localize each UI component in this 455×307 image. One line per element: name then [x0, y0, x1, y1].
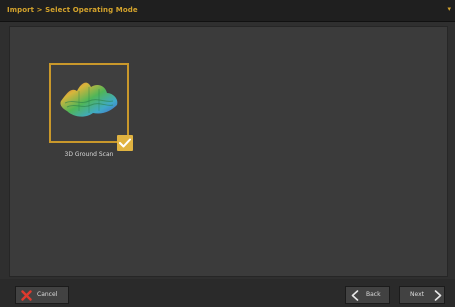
window-title: Import > Select Operating Mode [7, 6, 138, 14]
title-bar: Import > Select Operating Mode ▾ [0, 0, 455, 22]
check-icon [117, 135, 133, 151]
close-icon [21, 290, 32, 301]
3d-terrain-icon [60, 82, 118, 117]
footer-bar: Cancel Back Next [0, 279, 455, 307]
cancel-label: Cancel [37, 291, 58, 298]
mode-tile-3d-ground-scan[interactable] [49, 63, 133, 151]
title-marker: ▾ [447, 5, 451, 13]
mode-selection-panel: 3D Ground Scan [9, 26, 448, 277]
chevron-right-icon [434, 290, 442, 301]
next-button[interactable]: Next [399, 286, 445, 304]
next-label: Next [410, 291, 424, 298]
back-label: Back [366, 291, 381, 298]
chevron-left-icon [351, 290, 359, 301]
cancel-button[interactable]: Cancel [15, 286, 69, 304]
mode-label-3d-ground-scan: 3D Ground Scan [64, 151, 114, 158]
back-button[interactable]: Back [345, 286, 390, 304]
